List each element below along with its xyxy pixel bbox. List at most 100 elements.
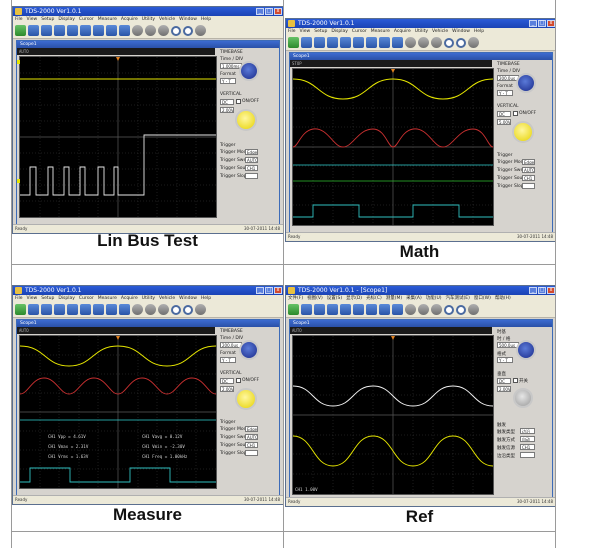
trigger-source-select[interactable]: CH1 [522,175,535,181]
open-icon[interactable] [15,25,26,36]
measure-icon[interactable] [379,37,390,48]
v-cursor-icon[interactable] [340,304,351,315]
onoff-checkbox[interactable] [513,378,518,383]
menu-acquire[interactable]: Acquire [121,296,138,301]
zoom-in-icon[interactable] [444,37,454,48]
grid-icon[interactable] [366,304,377,315]
menu-acquire[interactable]: Acquire [394,29,411,34]
menu-window[interactable]: Window [452,29,470,34]
timebase-knob[interactable] [239,61,259,81]
onoff-checkbox[interactable] [236,99,241,104]
menu-view[interactable]: View [27,17,38,22]
volt-div-select[interactable]: 5.00V [497,119,511,125]
menu-setup[interactable]: 设置(S) [327,296,342,301]
volt-div-select[interactable]: 2.00V [220,386,234,392]
menu-help[interactable]: Help [201,17,211,22]
menu-vehicle[interactable]: Vehicle [432,29,448,34]
help-icon[interactable] [195,25,206,36]
minimize-button[interactable]: _ [256,287,264,294]
menu-file[interactable]: File [15,17,23,22]
menu-window[interactable]: 窗口(W) [474,296,491,301]
save-icon[interactable] [28,304,39,315]
format-select[interactable]: Y - T [220,78,236,84]
grid-icon[interactable] [93,304,104,315]
run-icon[interactable] [405,37,416,48]
stop-icon[interactable] [418,304,429,315]
measure-icon[interactable] [379,304,390,315]
run-icon[interactable] [405,304,416,315]
zoom-in-icon[interactable] [171,25,181,36]
menu-measure[interactable]: Measure [371,29,390,34]
single-icon[interactable] [158,25,169,36]
menu-setup[interactable]: Setup [314,29,327,34]
menu-utility[interactable]: Utility [142,296,155,301]
stop-icon[interactable] [145,25,156,36]
close-button[interactable]: x [547,20,555,27]
h-cursor-icon[interactable] [327,304,338,315]
trigger-mode-select[interactable]: Edge [522,159,535,165]
onoff-checkbox[interactable] [236,378,241,383]
trigger-source-select[interactable]: CH1 [245,442,258,448]
single-icon[interactable] [158,304,169,315]
trigger-mode-select[interactable]: Edge [245,426,258,432]
save-icon[interactable] [301,37,312,48]
menu-setup[interactable]: Setup [41,17,54,22]
menu-measure[interactable]: 测量(M) [386,296,402,301]
v-cursor-icon[interactable] [67,25,78,36]
timebase-knob[interactable] [516,340,536,360]
stop-icon[interactable] [145,304,156,315]
zoom-in-icon[interactable] [171,304,181,315]
menu-cursor[interactable]: Cursor [79,17,94,22]
v-cursor-icon[interactable] [67,304,78,315]
menu-file[interactable]: File [15,296,23,301]
waveform-display[interactable] [19,56,217,218]
menu-cursor[interactable]: Cursor [352,29,367,34]
menu-display[interactable]: Display [58,296,75,301]
onoff-checkbox[interactable] [513,111,518,116]
menu-vehicle[interactable]: Vehicle [159,296,175,301]
zoom-out-icon[interactable] [456,37,466,48]
close-button[interactable]: x [547,287,555,294]
close-button[interactable]: x [274,287,282,294]
menu-file[interactable]: File [288,29,296,34]
minimize-button[interactable]: _ [529,287,537,294]
stop-icon[interactable] [418,37,429,48]
h-cursor-icon[interactable] [54,304,65,315]
waveform-display[interactable]: CH1 Vpp = 4.61V CH1 Vavg = 0.12V CH1 Vma… [19,335,217,489]
zoom-out-icon[interactable] [183,25,193,36]
track-icon[interactable] [80,25,91,36]
measure-icon[interactable] [106,304,117,315]
menu-display[interactable]: 显示(D) [346,296,362,301]
timebase-knob[interactable] [516,73,536,93]
track-icon[interactable] [353,304,364,315]
menu-view[interactable]: View [27,296,38,301]
single-icon[interactable] [431,304,442,315]
vertical-knob[interactable] [235,388,257,410]
help-icon[interactable] [468,37,479,48]
waveform-display[interactable] [292,68,494,226]
menu-help[interactable]: 帮助(H) [495,296,511,301]
zoom-out-icon[interactable] [456,304,466,315]
menu-vehicle[interactable]: 汽车测试(E) [446,296,470,301]
grid-icon[interactable] [93,25,104,36]
ref-icon[interactable] [119,25,130,36]
run-icon[interactable] [132,25,143,36]
menu-utility[interactable]: Utility [142,17,155,22]
minimize-button[interactable]: _ [256,8,264,15]
ref-icon[interactable] [392,304,403,315]
help-icon[interactable] [195,304,206,315]
trigger-slope-select[interactable] [245,173,258,179]
open-icon[interactable] [288,304,299,315]
menu-cursor[interactable]: Cursor [79,296,94,301]
maximize-button[interactable]: □ [265,8,273,15]
trigger-slope-select[interactable] [245,450,258,456]
trigger-sweep-select[interactable]: 自动 [520,436,535,442]
run-icon[interactable] [132,304,143,315]
menu-measure[interactable]: Measure [98,296,117,301]
maximize-button[interactable]: □ [538,287,546,294]
vertical-knob[interactable] [235,109,257,131]
vertical-knob[interactable] [513,388,533,408]
trigger-mode-select[interactable]: Edge [245,149,258,155]
format-select[interactable]: Y - T [497,357,513,363]
v-cursor-icon[interactable] [340,37,351,48]
